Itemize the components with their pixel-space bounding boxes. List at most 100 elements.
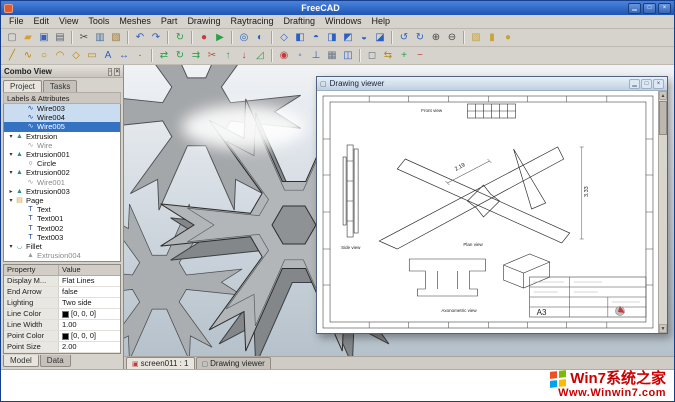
tree-item-text003[interactable]: TText003	[4, 233, 120, 242]
top-view-icon[interactable]: ◓	[309, 30, 324, 45]
tree-expand-icon[interactable]: ▾	[7, 151, 15, 158]
property-value[interactable]: [0, 0, 0]	[59, 309, 120, 319]
tree-item-wire001[interactable]: ∿Wire001	[4, 178, 120, 187]
scroll-down-icon[interactable]: ▼	[659, 324, 667, 333]
property-row[interactable]: Point Color[0, 0, 0]	[4, 331, 120, 342]
tree-item-wire004[interactable]: ∿Wire004	[4, 113, 120, 122]
rotate-right-icon[interactable]: ↻	[413, 30, 428, 45]
tree-item-wire[interactable]: ∿Wire	[4, 141, 120, 150]
draft-circle-icon[interactable]: ○	[37, 48, 52, 63]
fit-all-icon[interactable]: ◎	[237, 30, 252, 45]
copy-icon[interactable]: ▥	[93, 30, 108, 45]
draft-line-icon[interactable]: ╱	[5, 48, 20, 63]
draft-move-icon[interactable]: ⇄	[157, 48, 172, 63]
property-value[interactable]: Flat Lines	[59, 276, 120, 286]
scroll-up-icon[interactable]: ▲	[659, 91, 667, 100]
draft-trim-icon[interactable]: ✂	[205, 48, 220, 63]
panel-float-button[interactable]: ▫	[108, 68, 112, 76]
tree-item-extrusion001[interactable]: ▾▲Extrusion001	[4, 150, 120, 159]
bottom-view-icon[interactable]: ◒	[357, 30, 372, 45]
mdi-tab-screen011-1[interactable]: ▣screen011 : 1	[126, 357, 195, 369]
minimize-button[interactable]: ▁	[628, 3, 641, 14]
property-row[interactable]: Line Color[0, 0, 0]	[4, 309, 120, 320]
paste-icon[interactable]: ▧	[109, 30, 124, 45]
left-view-icon[interactable]: ◪	[373, 30, 388, 45]
draft-arc-icon[interactable]: ◠	[53, 48, 68, 63]
draft-dimension-icon[interactable]: ↔	[117, 48, 132, 63]
part-box-icon[interactable]: ▧	[469, 30, 484, 45]
snap-grid-icon[interactable]: ▦	[325, 48, 340, 63]
tab-model[interactable]: Model	[3, 355, 39, 367]
zoom-in-icon[interactable]: ⊕	[429, 30, 444, 45]
tree[interactable]: ∿Wire003∿Wire004∿Wire005▾▲Extrusion∿Wire…	[3, 104, 121, 262]
draft-scale-icon[interactable]: ◿	[253, 48, 268, 63]
draft-downgrade-icon[interactable]: ↓	[237, 48, 252, 63]
tree-expand-icon[interactable]: ▾	[7, 169, 15, 176]
open-document-icon[interactable]: ▰	[21, 30, 36, 45]
drawing-minimize-button[interactable]: ▁	[629, 79, 640, 89]
draft-upgrade-icon[interactable]: ↑	[221, 48, 236, 63]
draft-wire-icon[interactable]: ∿	[21, 48, 36, 63]
menu-drawing[interactable]: Drawing	[182, 15, 225, 28]
draw-style-icon[interactable]: ◐	[253, 30, 268, 45]
undo-icon[interactable]: ↶	[133, 30, 148, 45]
tree-item-extrusion004[interactable]: ▲Extrusion004	[4, 251, 120, 260]
property-value[interactable]: Two side	[59, 298, 120, 308]
tree-item-page[interactable]: ▾▤Page	[4, 196, 120, 205]
close-button[interactable]: ×	[658, 3, 671, 14]
draft-text-icon[interactable]: A	[101, 48, 116, 63]
menu-help[interactable]: Help	[367, 15, 396, 28]
snap-lock-icon[interactable]: ◉	[277, 48, 292, 63]
maximize-button[interactable]: □	[643, 3, 656, 14]
drawing-close-button[interactable]: ×	[653, 79, 664, 89]
draft-polygon-icon[interactable]: ◇	[69, 48, 84, 63]
rotate-left-icon[interactable]: ↺	[397, 30, 412, 45]
panel-close-button[interactable]: ×	[114, 68, 120, 76]
tree-item-extrusion003[interactable]: ▸▲Extrusion003	[4, 187, 120, 196]
drawing-maximize-button[interactable]: □	[641, 79, 652, 89]
drawing-scrollbar[interactable]: ▲ ▼	[658, 91, 667, 333]
shape-2d-view-icon[interactable]: ◻	[365, 48, 380, 63]
macro-execute-icon[interactable]: ▶	[213, 30, 228, 45]
property-value[interactable]: false	[59, 287, 120, 297]
menu-tools[interactable]: Tools	[83, 15, 114, 28]
snap-midpoint-icon[interactable]: ◦	[293, 48, 308, 63]
drawing-viewer-window[interactable]: ▢ Drawing viewer ▁ □ ×	[316, 76, 668, 334]
tree-expand-icon[interactable]: ▸	[7, 188, 15, 195]
property-row[interactable]: Display M...Flat Lines	[4, 276, 120, 287]
draft-point-icon[interactable]: ∙	[133, 48, 148, 63]
tab-tasks[interactable]: Tasks	[43, 80, 77, 92]
add-point-icon[interactable]: +	[397, 48, 412, 63]
drawing-viewer-titlebar[interactable]: ▢ Drawing viewer ▁ □ ×	[317, 77, 667, 91]
scrollbar-thumb[interactable]	[659, 101, 667, 135]
menu-meshes[interactable]: Meshes	[114, 15, 156, 28]
tree-item-text002[interactable]: TText002	[4, 223, 120, 232]
scrollbar-track[interactable]	[659, 100, 667, 324]
snap-perpendicular-icon[interactable]: ⊥	[309, 48, 324, 63]
tree-item-extrusion[interactable]: ▾▲Extrusion	[4, 132, 120, 141]
draft-rotate-icon[interactable]: ↻	[173, 48, 188, 63]
part-cylinder-icon[interactable]: ▮	[485, 30, 500, 45]
new-document-icon[interactable]: ▢	[5, 30, 20, 45]
menu-drafting[interactable]: Drafting	[278, 15, 320, 28]
axonometric-view-icon[interactable]: ◇	[277, 30, 292, 45]
tree-expand-icon[interactable]: ▾	[7, 133, 15, 140]
refresh-icon[interactable]: ↻	[173, 30, 188, 45]
tree-item-fillet[interactable]: ▾◡Fillet	[4, 242, 120, 251]
cut-icon[interactable]: ✂	[77, 30, 92, 45]
draft-to-sketch-icon[interactable]: ⇆	[381, 48, 396, 63]
tab-data[interactable]: Data	[40, 355, 71, 367]
property-value[interactable]: [0, 0, 0]	[59, 331, 120, 341]
menu-part[interactable]: Part	[156, 15, 183, 28]
tree-expand-icon[interactable]: ▾	[7, 243, 15, 250]
property-row[interactable]: Point Size2.00	[4, 342, 120, 353]
draft-rectangle-icon[interactable]: ▭	[85, 48, 100, 63]
drawing-sheet[interactable]: 2.19 3.33	[317, 91, 658, 333]
tree-item-text001[interactable]: TText001	[4, 214, 120, 223]
tab-project[interactable]: Project	[3, 80, 42, 92]
remove-point-icon[interactable]: −	[413, 48, 428, 63]
tree-item-wire003[interactable]: ∿Wire003	[4, 104, 120, 113]
print-icon[interactable]: ▤	[53, 30, 68, 45]
front-view-icon[interactable]: ◧	[293, 30, 308, 45]
mdi-tab-drawing-viewer[interactable]: ▢Drawing viewer	[196, 357, 271, 369]
